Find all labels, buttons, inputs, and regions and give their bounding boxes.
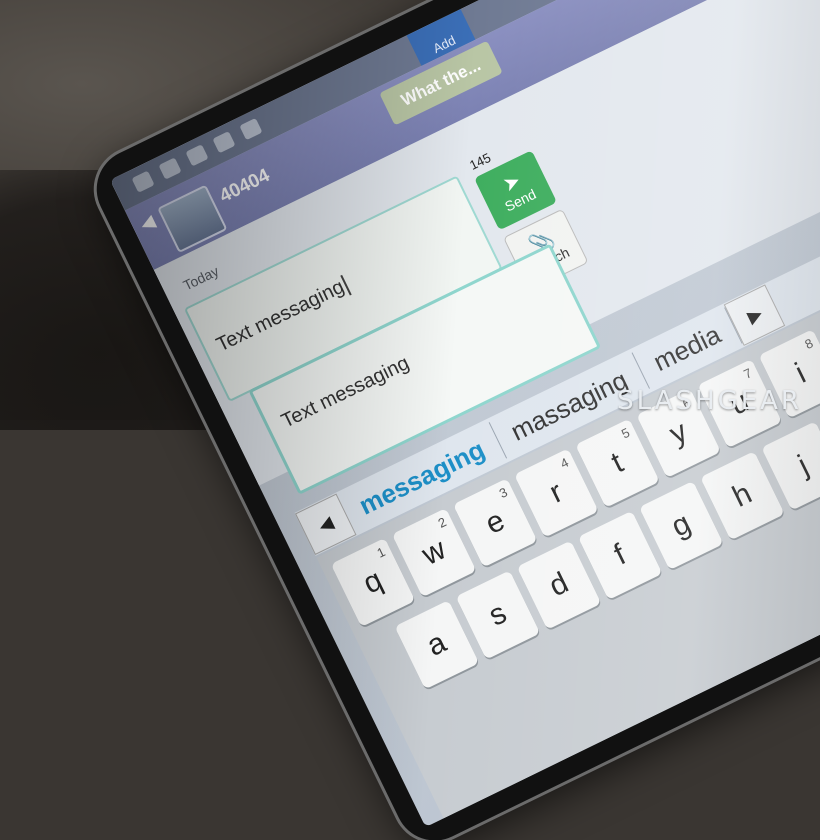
wifi-icon xyxy=(212,131,235,153)
watermark-logo: SLASHGEAR xyxy=(617,386,802,416)
contact-number: 40404 xyxy=(216,165,273,208)
notification-icon xyxy=(131,171,154,193)
sync-icon xyxy=(185,144,208,166)
signal-icon xyxy=(239,118,262,140)
compose-text: Text messaging xyxy=(213,274,352,357)
mail-icon xyxy=(158,157,181,179)
date-label: Today xyxy=(181,263,222,294)
